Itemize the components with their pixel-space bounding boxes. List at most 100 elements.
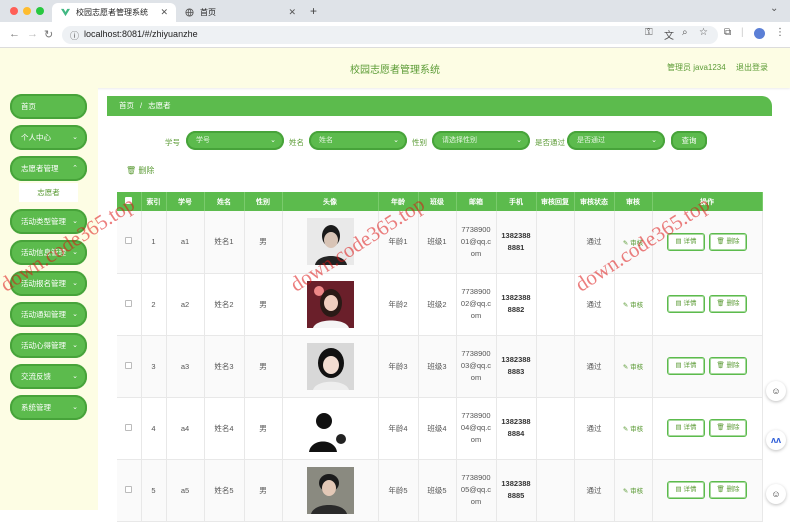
bookmark-star-icon[interactable]: ☆	[699, 27, 708, 38]
audit-link[interactable]: ✎ 审核	[623, 426, 643, 433]
row-select-cell[interactable]	[117, 211, 142, 274]
avatar	[306, 466, 354, 514]
trash-icon: 🗑	[126, 166, 137, 175]
zoom-icon[interactable]: ⌕	[682, 27, 688, 38]
actions-cell: ▤ 详情 🗑 删除	[652, 211, 763, 274]
detail-button[interactable]: ▤ 详情	[667, 295, 705, 313]
row-select-cell[interactable]	[117, 335, 142, 398]
close-window-icon[interactable]	[10, 7, 18, 15]
back-icon[interactable]: ←	[9, 28, 20, 40]
xingbie-select[interactable]: 请选择性别 ⌄	[432, 131, 530, 150]
batch-delete-label: 删除	[138, 166, 155, 175]
batch-delete-button[interactable]: 🗑 删除	[126, 165, 154, 176]
logout-link[interactable]: 退出登录	[736, 62, 768, 73]
xingming-input[interactable]: 姓名 ⌄	[309, 131, 407, 150]
row-checkbox[interactable]	[125, 485, 133, 493]
delete-button[interactable]: 🗑 删除	[709, 419, 747, 437]
select-all-header[interactable]	[117, 192, 142, 211]
browser-tab-active[interactable]: 校园志愿者管理系统 ✕	[52, 3, 176, 22]
profile-avatar[interactable]	[754, 28, 765, 39]
row-select-cell[interactable]	[117, 397, 142, 460]
gender-cell: 男	[244, 335, 283, 398]
shenhe-select[interactable]: 是否通过 ⌄	[567, 131, 665, 150]
audit-cell: ✎ 审核	[614, 273, 653, 336]
sidebar-item-label: 系统管理	[21, 403, 51, 412]
delete-label: 删除	[726, 237, 740, 245]
assistant-avatar-icon[interactable]: ☺	[766, 381, 786, 401]
sidebar-item-activity-notice[interactable]: 活动通知管理 ⌄	[10, 302, 87, 327]
close-tab-icon[interactable]: ✕	[160, 3, 168, 22]
search-button[interactable]: 查询	[671, 131, 707, 150]
detail-button[interactable]: ▤ 详情	[667, 357, 705, 375]
gender-cell: 男	[244, 211, 283, 274]
sidebar-item-label: 活动类型管理	[21, 217, 66, 226]
close-tab-icon[interactable]: ✕	[288, 3, 296, 22]
detail-button[interactable]: ▤ 详情	[667, 232, 705, 251]
avatar	[306, 280, 354, 328]
new-tab-button[interactable]: +	[310, 4, 317, 18]
row-checkbox[interactable]	[125, 423, 133, 431]
translate-icon[interactable]: 文	[664, 27, 674, 42]
sidebar-item-system[interactable]: 系统管理 ⌄	[10, 395, 87, 420]
sidebar-item-volunteers[interactable]: 志愿者管理 ⌃	[10, 156, 87, 181]
site-info-icon[interactable]: ⓘ	[70, 29, 79, 42]
address-bar[interactable]: ⓘ localhost:8081/#/zhiyuanzhe	[62, 26, 718, 44]
forward-icon[interactable]: →	[27, 28, 38, 40]
delete-label: 删除	[726, 424, 740, 431]
sidebar-item-label: 活动报名管理	[21, 279, 66, 288]
actions-cell: ▤ 详情 🗑 删除	[652, 273, 763, 336]
xuehao-input[interactable]: 学号 ⌄	[186, 131, 284, 150]
row-checkbox[interactable]	[125, 299, 133, 307]
index-cell: 3	[141, 335, 167, 398]
sidebar-item-activity-types[interactable]: 活动类型管理 ⌄	[10, 209, 87, 234]
reload-icon[interactable]: ↻	[44, 28, 53, 41]
select-all-checkbox[interactable]	[125, 197, 133, 204]
extensions-icon[interactable]: ⧉	[724, 27, 731, 38]
detail-button[interactable]: ▤ 详情	[667, 419, 705, 437]
menu-dots-icon[interactable]: ⋮	[775, 27, 785, 38]
detail-button[interactable]: ▤ 详情	[667, 481, 705, 499]
password-key-icon[interactable]: ⚿	[645, 27, 653, 38]
edit-icon: ✎	[622, 364, 629, 371]
row-select-cell[interactable]	[117, 459, 142, 522]
column-header: 索引	[141, 192, 167, 211]
audit-link[interactable]: ✎ 审核	[623, 302, 643, 309]
delete-button[interactable]: 🗑 删除	[709, 481, 747, 499]
email-cell: 7738900 03@qq.c om	[456, 335, 497, 398]
sidebar-item-activity-notes[interactable]: 活动心得管理 ⌄	[10, 333, 87, 358]
sidebar-item-profile[interactable]: 个人中心 ⌄	[10, 125, 87, 150]
assistant-avatar-icon[interactable]: ☺	[766, 484, 786, 504]
name-cell: 姓名1	[204, 211, 245, 274]
xuehao-cell: a4	[166, 397, 205, 460]
row-checkbox[interactable]	[125, 237, 133, 245]
input-placeholder: 姓名	[319, 137, 333, 144]
row-actions: ▤ 详情 🗑 删除	[653, 295, 762, 313]
row-select-cell[interactable]	[117, 273, 142, 336]
minimize-window-icon[interactable]	[23, 7, 31, 15]
sidebar-item-activity-info[interactable]: 活动信息管理 ⌄	[10, 240, 87, 265]
audit-link[interactable]: ✎ 审核	[623, 364, 643, 371]
sidebar-item-activity-signup[interactable]: 活动报名管理 ⌄	[10, 271, 87, 296]
tab-search-icon[interactable]: ⌄	[770, 3, 778, 14]
audit-link[interactable]: ✎ 审核	[623, 240, 643, 247]
app-header: 校园志愿者管理系统 管理员 java1234 退出登录	[0, 48, 790, 88]
audit-cell: ✎ 审核	[614, 335, 653, 398]
email-cell: 7738900 02@qq.c om	[456, 273, 497, 336]
column-header: 审核	[614, 192, 653, 211]
delete-button[interactable]: 🗑 删除	[709, 357, 747, 375]
assistant-logo-icon[interactable]: ʌʌ	[766, 430, 786, 450]
row-checkbox[interactable]	[125, 361, 133, 369]
audit-link[interactable]: ✎ 审核	[623, 488, 643, 495]
document-icon: ▤	[675, 424, 682, 431]
delete-button[interactable]: 🗑 删除	[709, 295, 747, 313]
breadcrumb-home[interactable]: 首页	[119, 101, 134, 110]
audit-label: 审核	[630, 364, 644, 371]
browser-tab-home[interactable]: 首页 ✕	[176, 3, 304, 22]
sidebar-item-home[interactable]: 首页	[10, 94, 87, 119]
sidebar-item-feedback[interactable]: 交流反馈 ⌄	[10, 364, 87, 389]
sidebar-subitem-volunteer[interactable]: 志愿者	[19, 183, 78, 202]
filter-label-xingbie: 性别	[412, 138, 427, 147]
table-row: 5 a5 姓名5 男 年龄5 班级5 7738900 05@qq.c om 1382388 8…	[117, 459, 763, 522]
maximize-window-icon[interactable]	[36, 7, 44, 15]
delete-button[interactable]: 🗑 删除	[709, 232, 747, 251]
